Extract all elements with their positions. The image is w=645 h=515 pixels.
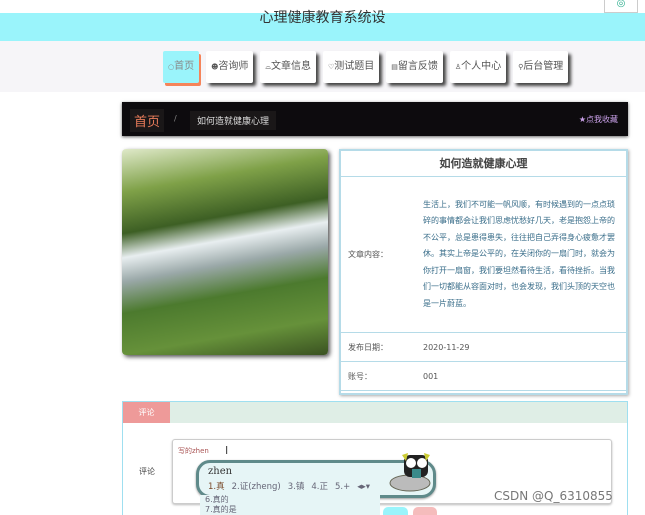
- ime-candidate[interactable]: 7.真的是: [205, 505, 380, 515]
- site-header: 心理健康教育系统设: [0, 10, 645, 41]
- nav-item-1[interactable]: ☻咨询师: [206, 51, 254, 83]
- field-value: 2020-11-29: [423, 342, 470, 352]
- ime-candidate[interactable]: 4.正: [311, 482, 328, 492]
- breadcrumb: 首页 / 如何造就健康心理 ★点我收藏: [122, 102, 628, 136]
- nav-label: 后台管理: [523, 61, 564, 72]
- extension-icon[interactable]: ◎: [604, 0, 638, 13]
- reset-button[interactable]: [413, 507, 437, 515]
- field-value: 001: [423, 371, 439, 381]
- field-label: 发布日期：: [348, 342, 388, 352]
- submit-button[interactable]: [383, 507, 408, 515]
- account-row: 账号： 001: [341, 362, 626, 391]
- comment-label: 评论: [139, 467, 155, 476]
- content-row: 文章内容： 生活上，我们不可能一帆风顺，有时候遇到的一点点琐碎的事情都会让我们思…: [341, 177, 626, 333]
- watermark: CSDN @Q_6310855: [494, 489, 613, 503]
- ime-candidate[interactable]: 3.镇: [288, 482, 305, 492]
- nav-item-4[interactable]: ▤留言反馈: [386, 51, 443, 83]
- breadcrumb-home[interactable]: 首页: [130, 109, 165, 132]
- date-row: 发布日期： 2020-11-29: [341, 333, 626, 362]
- text-cursor-icon: I: [225, 444, 229, 457]
- article-info: 如何造就健康心理 文章内容： 生活上，我们不可能一帆风顺，有时候遇到的一点点琐碎…: [339, 149, 628, 410]
- content-label: 文章内容：: [348, 250, 388, 259]
- field-label: 账号：: [348, 371, 372, 381]
- ime-more-candidates: 6.真的 7.真的是: [200, 495, 380, 515]
- nav-label: 首页: [174, 61, 195, 72]
- ime-candidate[interactable]: 2.证(zheng): [232, 482, 281, 492]
- ime-candidate[interactable]: 6.真的: [205, 495, 380, 505]
- comment-tabbar: 评论: [123, 402, 627, 423]
- site-title: 心理健康教育系统设: [259, 10, 386, 26]
- nav-bar: ○首页 ☻咨询师 ⌓文章信息 ♡测试题目 ▤留言反馈 ♙个人中心 ⚲后台管理: [0, 41, 645, 92]
- nav-label: 咨询师: [218, 61, 249, 72]
- ime-candidate[interactable]: 1.真: [208, 482, 225, 492]
- nav-label: 留言反馈: [397, 61, 438, 72]
- nav-label: 文章信息: [270, 61, 311, 72]
- ime-page-arrows-icon[interactable]: ◂▸▾: [357, 482, 370, 492]
- nav-label: 测试题目: [334, 61, 375, 72]
- nav-item-3[interactable]: ♡测试题目: [322, 51, 380, 83]
- nav-icon: ▤: [391, 63, 398, 71]
- content-text: 生活上，我们不可能一帆风顺，有时候遇到的一点点琐碎的事情都会让我们思虑忧愁好几天…: [423, 199, 615, 308]
- tab-comment[interactable]: 评论: [123, 402, 170, 423]
- nav-item-2[interactable]: ⌓文章信息: [260, 51, 316, 83]
- article-title: 如何造就健康心理: [341, 151, 626, 177]
- ime-candidate[interactable]: 5.+: [335, 482, 350, 492]
- nav-item-6[interactable]: ⚲后台管理: [513, 51, 569, 83]
- nav-item-0[interactable]: ○首页: [163, 51, 200, 83]
- breadcrumb-separator: /: [174, 114, 177, 123]
- nav-label: 个人中心: [461, 61, 502, 72]
- ime-pinyin: zhen: [208, 466, 233, 477]
- nav-item-5[interactable]: ♙个人中心: [449, 51, 507, 83]
- ime-mascot-icon: [389, 453, 431, 492]
- breadcrumb-current: 如何造就健康心理: [190, 111, 277, 130]
- article-image: [122, 149, 328, 355]
- favorite-button[interactable]: ★点我收藏: [579, 114, 618, 125]
